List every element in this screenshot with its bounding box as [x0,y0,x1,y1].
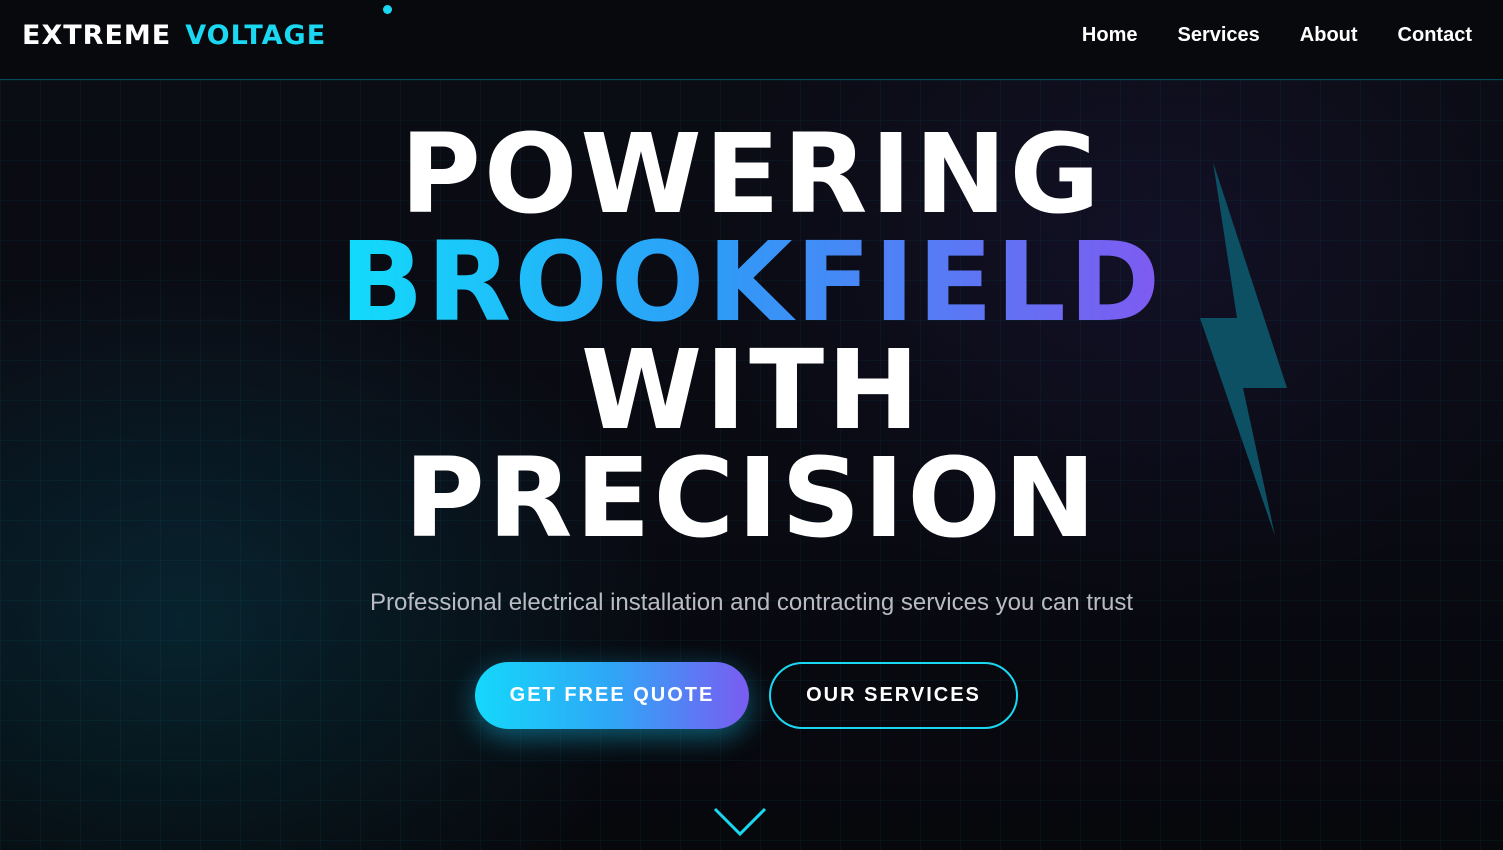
nav-link-about[interactable]: About [1300,24,1358,46]
navbar: EXTREME VOLTAGE Home Services About Conta… [0,0,1503,80]
our-services-button[interactable]: OUR SERVICES [769,662,1018,729]
nav-item: About [1300,22,1358,48]
hero-subtitle: Professional electrical installation and… [369,589,1134,616]
hero-title-line-1: POWERING [400,110,1103,238]
logo-text-accent: VOLTAGE [185,20,327,51]
logo-text-primary: EXTREME [22,20,172,51]
nav-link-services[interactable]: Services [1177,24,1259,46]
nav-link-contact[interactable]: Contact [1398,24,1472,46]
logo-dot-icon [383,5,392,14]
page: EXTREME VOLTAGE Home Services About Conta… [0,0,1503,850]
hero-title: POWERING BROOKFIELD WITH PRECISION [0,110,1503,562]
hero-title-line-4: PRECISION [404,434,1099,562]
logo[interactable]: EXTREME VOLTAGE [22,18,326,54]
nav-item: Home [1082,22,1138,48]
nav-menu: Home Services About Contact [1082,22,1472,48]
hero-title-line-3: WITH [580,326,923,454]
get-free-quote-button[interactable]: GET FREE QUOTE [475,662,749,729]
nav-item: Services [1177,22,1259,48]
nav-item: Contact [1398,22,1472,48]
nav-link-home[interactable]: Home [1082,24,1138,46]
chevron-down-icon[interactable] [712,806,768,838]
